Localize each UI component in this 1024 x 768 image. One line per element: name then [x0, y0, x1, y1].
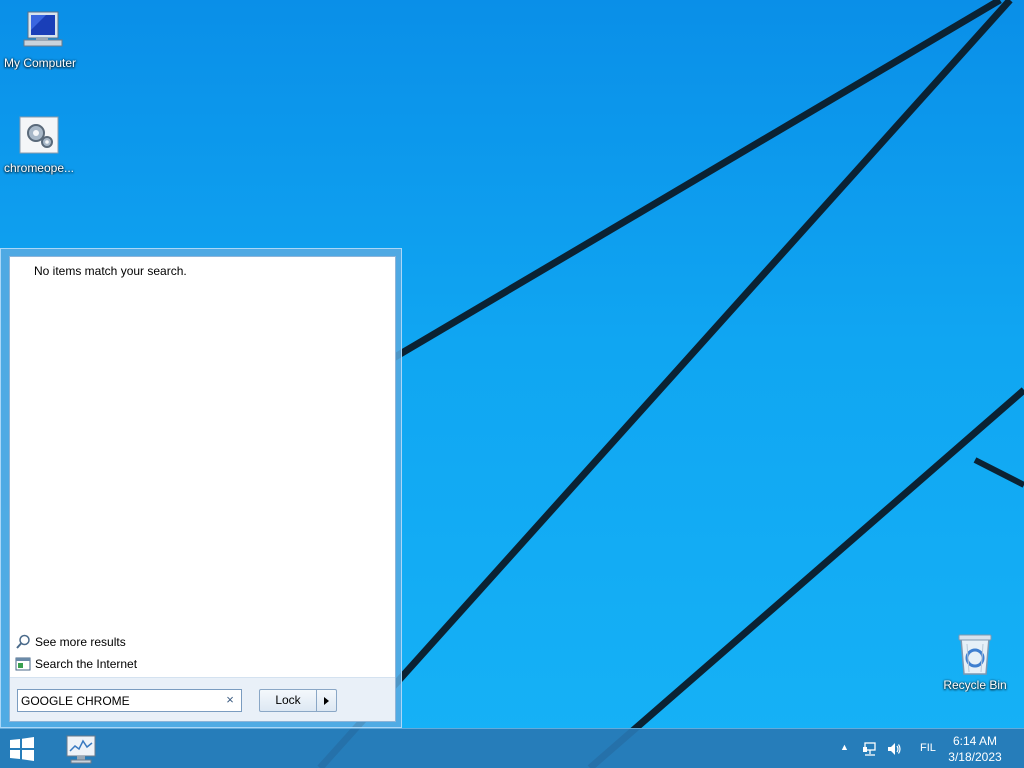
search-icon [15, 634, 31, 650]
volume-icon[interactable] [886, 741, 902, 760]
show-hidden-icons-icon[interactable]: ▲ [840, 742, 849, 752]
input-language-indicator[interactable]: FIL [920, 742, 936, 754]
recycle-bin-icon [951, 632, 999, 676]
desktop-icon-chromeope[interactable]: chromeope... [0, 115, 79, 175]
search-box: × [17, 689, 242, 712]
search-internet-label: Search the Internet [35, 657, 138, 671]
computer-icon [16, 10, 64, 54]
see-more-results-label: See more results [35, 635, 126, 649]
desktop-icon-recycle-bin[interactable]: Recycle Bin [935, 632, 1015, 692]
lock-button[interactable]: Lock [260, 690, 316, 711]
taskbar: ▲ FIL 6:14 AM 3/18/2023 [0, 728, 1024, 768]
clock[interactable]: 6:14 AM 3/18/2023 [940, 733, 1010, 765]
windows-logo-icon [10, 737, 34, 761]
start-menu: No items match your search. See more res… [0, 248, 402, 728]
start-button[interactable] [8, 737, 36, 761]
clear-icon[interactable]: × [223, 693, 237, 707]
start-menu-results-pane: No items match your search. See more res… [9, 256, 396, 722]
clock-time: 6:14 AM [952, 734, 998, 748]
no-results-message: No items match your search. [34, 264, 187, 278]
settings-file-icon [15, 115, 63, 159]
network-icon[interactable] [862, 741, 878, 760]
desktop[interactable]: My Computer chromeope... Recycle Bin No … [0, 0, 1024, 768]
see-more-results-link[interactable]: See more results [15, 634, 126, 650]
clock-date: 3/18/2023 [948, 750, 1002, 764]
desktop-icon-my-computer[interactable]: My Computer [0, 10, 80, 70]
desktop-icon-label: Recycle Bin [943, 678, 1007, 692]
search-input[interactable] [21, 692, 217, 709]
shutdown-options-arrow-icon[interactable] [316, 690, 336, 711]
taskbar-app-performance-monitor[interactable] [62, 732, 102, 766]
desktop-icon-label: My Computer [3, 56, 77, 70]
internet-window-icon [15, 656, 31, 672]
search-internet-link[interactable]: Search the Internet [15, 656, 137, 672]
lock-split-button: Lock [259, 689, 337, 712]
desktop-icon-label: chromeope... [3, 161, 75, 175]
monitor-chart-icon [66, 735, 96, 764]
search-strip: × Lock [10, 677, 395, 721]
